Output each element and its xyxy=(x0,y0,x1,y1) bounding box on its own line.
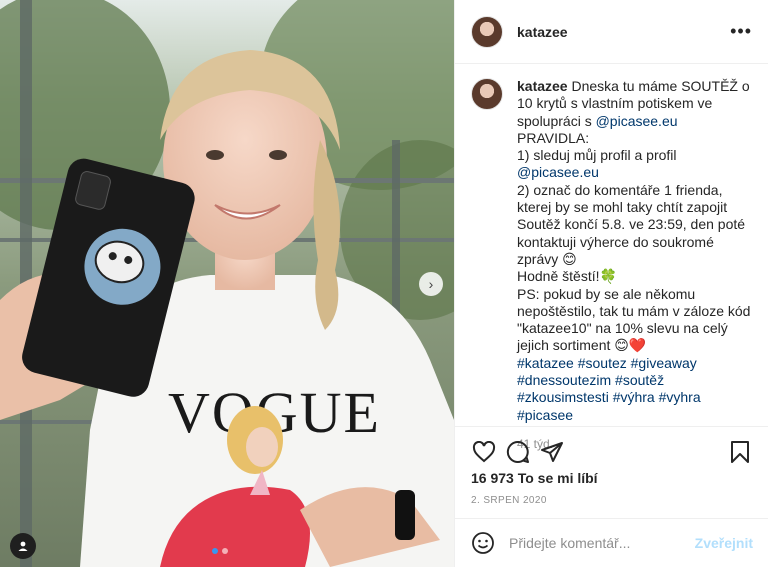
carousel-dot xyxy=(222,548,228,554)
share-icon xyxy=(541,441,563,462)
add-comment-bar: Zveřejnit xyxy=(455,518,768,567)
post-header: katazee ••• xyxy=(455,0,768,64)
emoji-icon[interactable] xyxy=(471,531,495,555)
chevron-right-icon: › xyxy=(428,276,434,292)
caption-line: 1) sleduj můj profil a profil xyxy=(517,147,677,164)
user-tag-button[interactable] xyxy=(10,533,36,559)
comments-section: katazee Dneska tu máme SOUTĚŽ o 10 krytů… xyxy=(455,64,768,451)
post-photo[interactable]: VOGUE › xyxy=(0,0,454,567)
comment-icon xyxy=(506,440,529,463)
action-bar xyxy=(455,426,768,476)
bookmark-icon xyxy=(731,440,749,463)
caption-line: PS: pokud by se ale někomu nepoštěstilo,… xyxy=(517,285,751,354)
carousel-next-button[interactable]: › xyxy=(419,272,443,296)
hashtags[interactable]: #katazee #soutez #giveaway #dnessoutezim… xyxy=(517,355,753,424)
caption-username[interactable]: katazee xyxy=(517,78,568,94)
post-comment-button[interactable]: Zveřejnit xyxy=(695,535,753,551)
caption-line: 2) označ do komentáře 1 frienda, kterej … xyxy=(517,181,728,216)
post-username[interactable]: katazee xyxy=(517,24,730,40)
photo-illustration: VOGUE xyxy=(0,0,454,567)
caption-avatar[interactable] xyxy=(471,78,503,110)
likes-count[interactable]: 16 973 To se mi líbí xyxy=(471,470,598,486)
comment-button[interactable] xyxy=(501,435,535,469)
share-button[interactable] xyxy=(535,435,569,469)
more-options-icon[interactable]: ••• xyxy=(730,21,752,42)
caption-line: Hodně štěstí!🍀 xyxy=(517,268,617,285)
caption-line: Soutěž končí 5.8. ve 23:59, den poté kon… xyxy=(517,216,746,267)
avatar[interactable] xyxy=(471,15,503,48)
like-button[interactable] xyxy=(467,435,501,469)
post-date: 2. SRPEN 2020 xyxy=(471,495,547,506)
save-button[interactable] xyxy=(723,435,757,469)
caption: katazee Dneska tu máme SOUTĚŽ o 10 krytů… xyxy=(517,78,753,453)
carousel-dot xyxy=(212,548,218,554)
carousel-indicator xyxy=(212,548,228,554)
user-tag-icon xyxy=(18,541,28,551)
heart-icon xyxy=(472,440,496,462)
post-details-panel: katazee ••• katazee Dneska tu máme SOUTĚ… xyxy=(454,0,768,567)
comment-input[interactable] xyxy=(509,535,695,551)
mention-link[interactable]: @picasee.eu xyxy=(517,164,599,180)
caption-row: katazee Dneska tu máme SOUTĚŽ o 10 krytů… xyxy=(471,78,753,453)
caption-line: PRAVIDLA: xyxy=(517,129,590,146)
mention-link[interactable]: @picasee.eu xyxy=(596,113,678,129)
